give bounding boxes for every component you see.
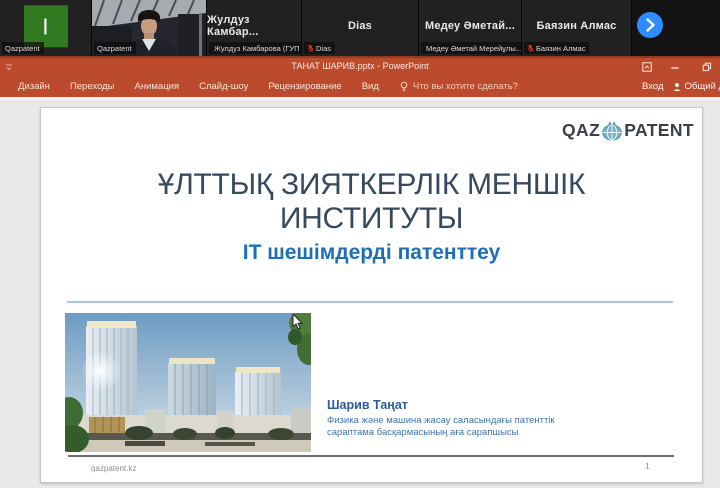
participant-name-label: Qazpatent [2,42,44,54]
muted-mic-icon [307,44,314,53]
mouse-cursor-icon [292,314,304,330]
restore-window-button[interactable] [702,62,712,72]
video-strip: I Qazpatent [0,0,720,56]
qazpatent-logo: QAZ PATENT [562,120,694,141]
tab-view[interactable]: Вид [352,76,389,97]
tab-animations[interactable]: Анимация [125,76,190,97]
logo-text-right: PATENT [624,120,694,141]
lightbulb-icon [399,81,409,92]
divider-line [67,301,673,303]
title-bar: ТАНАТ ШАРИВ.pptx - PowerPoint [0,56,720,76]
slide-title: ҰЛТТЫҚ ЗИЯТКЕРЛІК МЕНШІК ИНСТИТУТЫ [41,168,702,236]
footer-line [68,455,674,457]
footer-website: qazpatent.kz [91,464,136,473]
participant-tile-zhulduz[interactable]: Жулдуз Камбар... Жулдуз Камбарова (ГУП Г… [207,0,301,56]
participant-name-label: Dias [304,42,335,54]
gallery-next-page-tile [632,0,720,56]
participant-tile-bayazin[interactable]: Баязин Алмас Баязин Алмас [522,0,631,56]
ribbon-right-group: Вход Общий д [642,76,720,97]
presenter-block: Шарив Таңат Физика және машина жасау сал… [327,398,555,438]
participant-tile-qazpatent-video[interactable]: Qazpatent [92,0,206,56]
slide-subtitle: IT шешімдерді патенттеу [41,241,702,265]
participant-name-label: Баязин Алмас [524,42,589,54]
sign-in-button[interactable]: Вход [642,81,664,92]
chevron-right-icon [637,12,663,38]
participant-tile-qazpatent-avatar[interactable]: I Qazpatent [0,0,91,56]
window-title: ТАНАТ ШАРИВ.pptx - PowerPoint [0,61,720,71]
tab-design[interactable]: Дизайн [8,76,60,97]
slide-workspace: QAZ PATENT ҰЛТТЫҚ ЗИЯТКЕРЛІК МЕНШІК ИНСТ… [0,97,720,488]
tell-me-box[interactable]: Что вы хотите сделать? [399,81,518,92]
screen: I Qazpatent [0,0,720,488]
share-button[interactable]: Общий д [672,81,720,92]
next-page-button[interactable] [637,12,663,38]
buildings-photo [65,313,311,452]
avatar-letter: I [42,13,48,40]
ribbon-tab-bar: Дизайн Переходы Анимация Слайд-шоу Рецен… [0,76,720,97]
tab-review[interactable]: Рецензирование [258,76,351,97]
muted-mic-icon [527,44,534,53]
person-icon [672,82,682,92]
participant-name-label: Медеу Әметай Мерейұлы... [421,42,521,54]
powerpoint-window: ТАНАТ ШАРИВ.pptx - PowerPoint Дизайн Пер… [0,56,720,488]
minimize-button[interactable] [670,62,680,72]
presenter-role: Физика және машина жасау саласындағы пат… [327,415,555,438]
presenter-name: Шарив Таңат [327,398,555,412]
participant-tile-dias[interactable]: Dias Dias [302,0,418,56]
tab-transitions[interactable]: Переходы [60,76,125,97]
logo-text-left: QAZ [562,120,600,141]
slide-page-number: 1 [645,461,650,471]
participant-name-label: Qazpatent [94,42,136,54]
tab-slideshow[interactable]: Слайд-шоу [189,76,258,97]
ribbon-display-options-button[interactable] [642,62,652,72]
participant-name-label: Жулдуз Камбарова (ГУП Г.. [209,42,301,54]
slide-canvas[interactable]: QAZ PATENT ҰЛТТЫҚ ЗИЯТКЕРЛІК МЕНШІК ИНСТ… [40,107,703,483]
globe-icon [601,120,623,141]
participant-tile-medeu[interactable]: Медеу Әметай... Медеу Әметай Мерейұлы... [419,0,521,56]
